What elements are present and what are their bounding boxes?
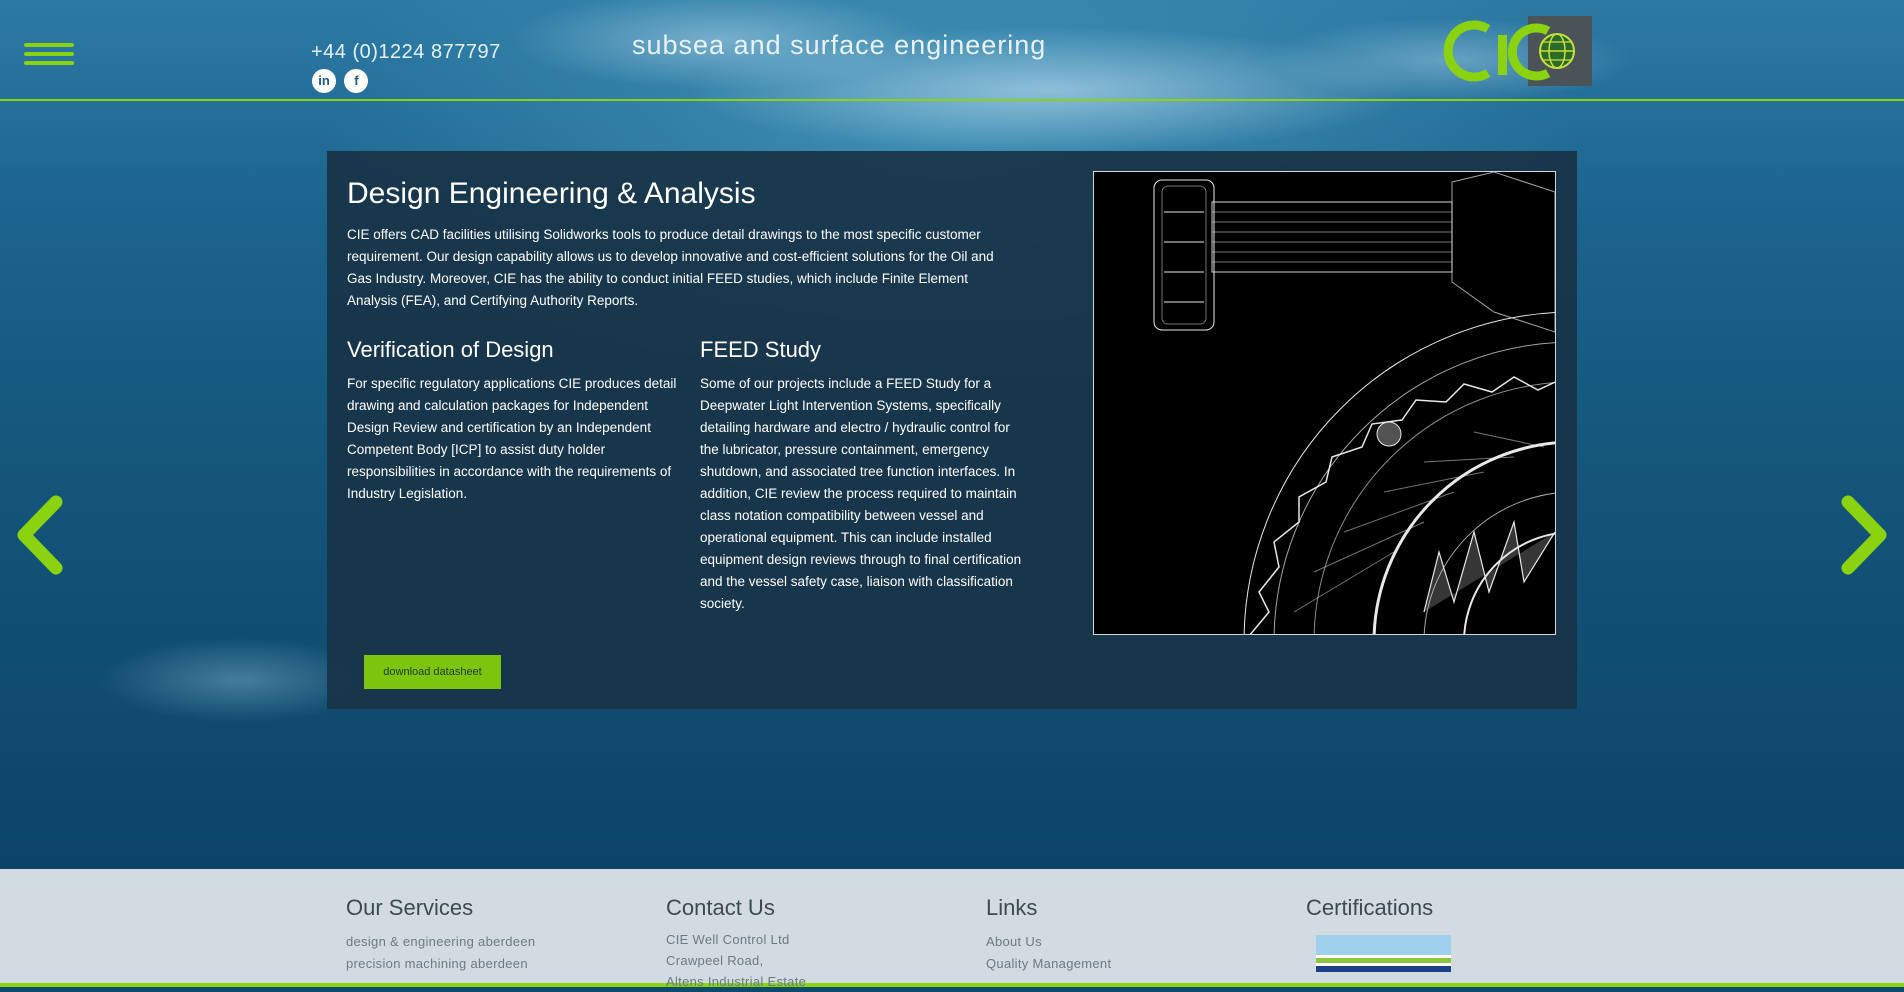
menu-icon[interactable] [24, 43, 74, 67]
footer-service-link[interactable]: precision machining aberdeen [346, 953, 535, 975]
feed-study-heading: FEED Study [700, 337, 822, 362]
previous-slide-arrow-icon[interactable] [12, 494, 66, 576]
footer-contact-line: Crawpeel Road, [666, 953, 764, 968]
facebook-icon[interactable]: f [344, 69, 369, 93]
next-slide-arrow-icon[interactable] [1838, 494, 1892, 576]
footer-certifications-title: Certifications [1306, 895, 1434, 920]
gear-wireframe-image [1093, 171, 1556, 635]
footer-contact-line: CIE Well Control Ltd [666, 932, 790, 947]
footer-contact-title: Contact Us [666, 895, 775, 920]
page-title: Design Engineering & Analysis [347, 177, 756, 210]
intro-paragraph: CIE offers CAD facilities utilising Soli… [347, 227, 994, 308]
cie-logo[interactable] [1440, 15, 1592, 87]
footer-contact: Contact Us CIE Well Control Ltd Crawpeel… [666, 895, 806, 992]
footer-services: Our Services design & engineering aberde… [346, 895, 535, 975]
footer-service-link[interactable]: design & engineering aberdeen [346, 931, 535, 953]
footer-links: Links About Us Quality Management [986, 895, 1111, 975]
download-datasheet-button[interactable]: download datasheet [364, 655, 501, 689]
content-panel: Design Engineering & Analysis CIE offers… [327, 151, 1577, 709]
site-tagline: subsea and surface engineering [632, 30, 1047, 60]
footer-services-title: Our Services [346, 895, 474, 920]
site-footer: Our Services design & engineering aberde… [0, 869, 1904, 989]
gear-wireframe-illustration [1153, 172, 1555, 634]
verification-text: For specific regulatory applications CIE… [347, 376, 677, 501]
feed-study-text: Some of our projects include a FEED Stud… [700, 376, 1022, 611]
footer-link-quality[interactable]: Quality Management [986, 953, 1111, 975]
footer-certifications: Certifications [1306, 895, 1451, 980]
linkedin-icon[interactable]: in [312, 69, 336, 93]
social-links: in f [312, 69, 372, 93]
verification-heading: Verification of Design [347, 337, 554, 362]
footer-link-about[interactable]: About Us [986, 931, 1111, 953]
site-header: +44 (0)1224 877797 in f subsea and surfa… [0, 0, 1904, 101]
certification-logo[interactable] [1316, 935, 1451, 975]
phone-number[interactable]: +44 (0)1224 877797 [311, 41, 501, 64]
footer-contact-line: Altens Industrial Estate [666, 974, 807, 989]
footer-links-title: Links [986, 895, 1038, 920]
